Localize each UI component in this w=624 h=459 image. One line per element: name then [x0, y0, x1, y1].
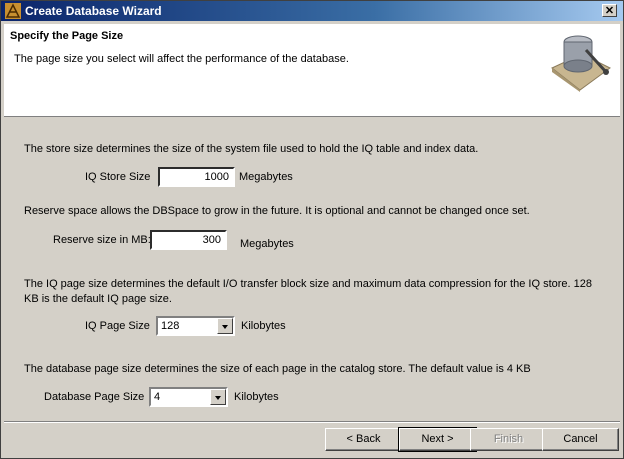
window-title: Create Database Wizard — [25, 4, 162, 18]
database-page-size-select[interactable]: 4 — [149, 387, 228, 407]
iq-page-size-label: IQ Page Size — [85, 320, 150, 332]
database-page-size-description: The database page size determines the si… — [24, 363, 531, 375]
reserve-size-input[interactable]: 300 — [150, 230, 227, 250]
reserve-size-label: Reserve size in MB: — [53, 234, 151, 246]
close-button[interactable]: ✕ — [602, 4, 617, 17]
finish-button[interactable]: Finish — [470, 428, 547, 451]
title-bar: Create Database Wizard ✕ — [1, 1, 623, 21]
next-button[interactable]: Next > — [398, 427, 477, 452]
store-size-label: IQ Store Size — [85, 171, 151, 183]
page-description: The page size you select will affect the… — [14, 53, 349, 65]
wizard-header: Specify the Page Size The page size you … — [4, 24, 620, 117]
footer-separator — [4, 421, 620, 423]
chevron-down-icon[interactable] — [217, 318, 233, 334]
wizard-window: Create Database Wizard ✕ Specify the Pag… — [0, 0, 624, 459]
iq-page-size-value: 128 — [161, 320, 180, 332]
database-page-size-label: Database Page Size — [44, 391, 145, 403]
database-page-size-value: 4 — [154, 391, 161, 403]
store-size-description: The store size determines the size of th… — [24, 143, 479, 155]
app-icon — [5, 3, 21, 19]
database-wizard-icon — [551, 35, 611, 92]
reserve-size-unit: Megabytes — [240, 238, 294, 250]
chevron-down-icon[interactable] — [210, 389, 226, 405]
back-button[interactable]: < Back — [325, 428, 402, 451]
database-page-size-unit: Kilobytes — [234, 391, 279, 403]
iq-page-size-unit: Kilobytes — [241, 320, 286, 332]
store-size-input[interactable]: 1000 — [158, 167, 235, 187]
store-size-unit: Megabytes — [239, 171, 293, 183]
page-title: Specify the Page Size — [10, 30, 124, 42]
iq-page-size-select[interactable]: 128 — [156, 316, 235, 336]
cancel-button[interactable]: Cancel — [542, 428, 619, 451]
iq-page-size-description: The IQ page size determines the default … — [24, 278, 592, 305]
reserve-description: Reserve space allows the DBSpace to grow… — [24, 205, 530, 217]
